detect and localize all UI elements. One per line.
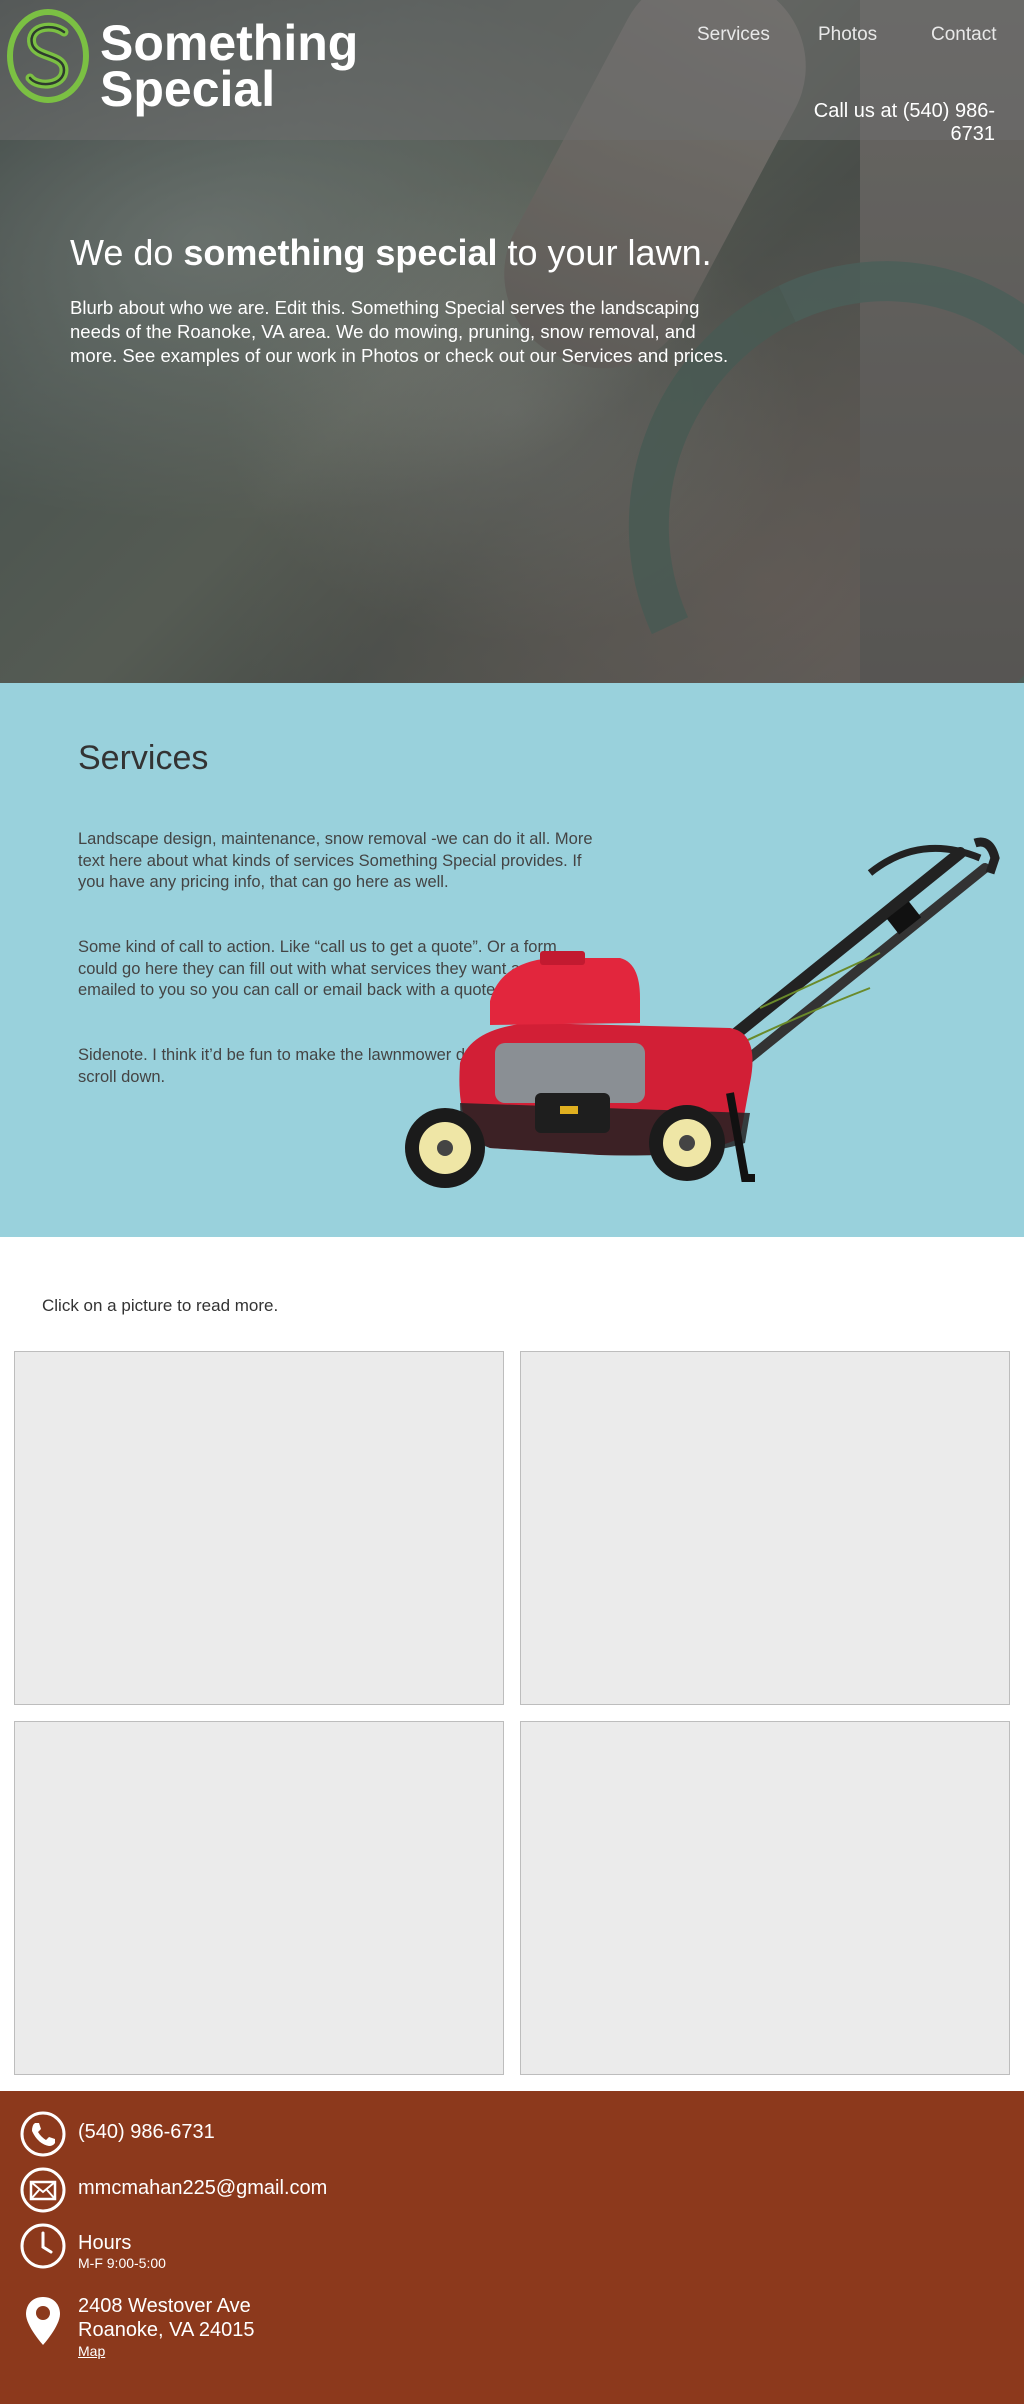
lawnmower-image xyxy=(405,837,1000,1188)
brand-line-2: Special xyxy=(100,61,276,117)
header-bar: Something Special Services Photos Contac… xyxy=(0,0,1024,145)
hero-blurb: Blurb about who we are. Edit this. Somet… xyxy=(70,297,729,366)
photos-hint-text: Click on a picture to read more. xyxy=(42,1296,279,1315)
services-heading: Services xyxy=(78,739,209,777)
brand-name[interactable]: Something Special xyxy=(100,15,359,117)
footer-map-link[interactable]: Map xyxy=(78,2343,105,2359)
footer-hours-value: M-F 9:00-5:00 xyxy=(78,2255,166,2271)
brand-line-1: Something xyxy=(100,15,359,71)
map-pin-icon xyxy=(26,2297,60,2345)
logo-icon[interactable] xyxy=(6,8,90,104)
nav-link-contact[interactable]: Contact xyxy=(931,24,996,48)
hero-title-pre: We do xyxy=(70,232,184,273)
clock-icon xyxy=(20,2223,66,2269)
hero-title-bold: something special xyxy=(183,232,498,273)
footer-hours-label: Hours xyxy=(78,2232,132,2254)
services-section: Services Landscape design, maintenance, … xyxy=(0,683,1024,1237)
hero-title-post: to your lawn. xyxy=(497,232,712,273)
hero-section: Something Special Services Photos Contac… xyxy=(0,0,1024,683)
call-us-text: Call us at (540) 986-6731 xyxy=(813,100,995,145)
footer-contact: (540) 986-6731 mmcmahan225@gmail.com Hou… xyxy=(0,2091,1024,2404)
nav-link-photos[interactable]: Photos xyxy=(818,24,877,48)
footer-address-line-2: Roanoke, VA 24015 xyxy=(78,2319,255,2341)
nav-link-services[interactable]: Services xyxy=(697,24,770,48)
photo-tile[interactable] xyxy=(14,1351,504,1705)
photo-tile[interactable] xyxy=(520,1721,1010,2075)
hero-title: We do something special to your lawn. xyxy=(70,232,712,274)
phone-icon xyxy=(20,2111,66,2157)
footer-email[interactable]: mmcmahan225@gmail.com xyxy=(78,2177,327,2200)
footer-address-line-1: 2408 Westover Ave xyxy=(78,2295,251,2317)
photo-tile[interactable] xyxy=(14,1721,504,2075)
mail-icon xyxy=(20,2167,66,2213)
footer-phone[interactable]: (540) 986-6731 xyxy=(78,2121,215,2144)
photo-tile[interactable] xyxy=(520,1351,1010,1705)
